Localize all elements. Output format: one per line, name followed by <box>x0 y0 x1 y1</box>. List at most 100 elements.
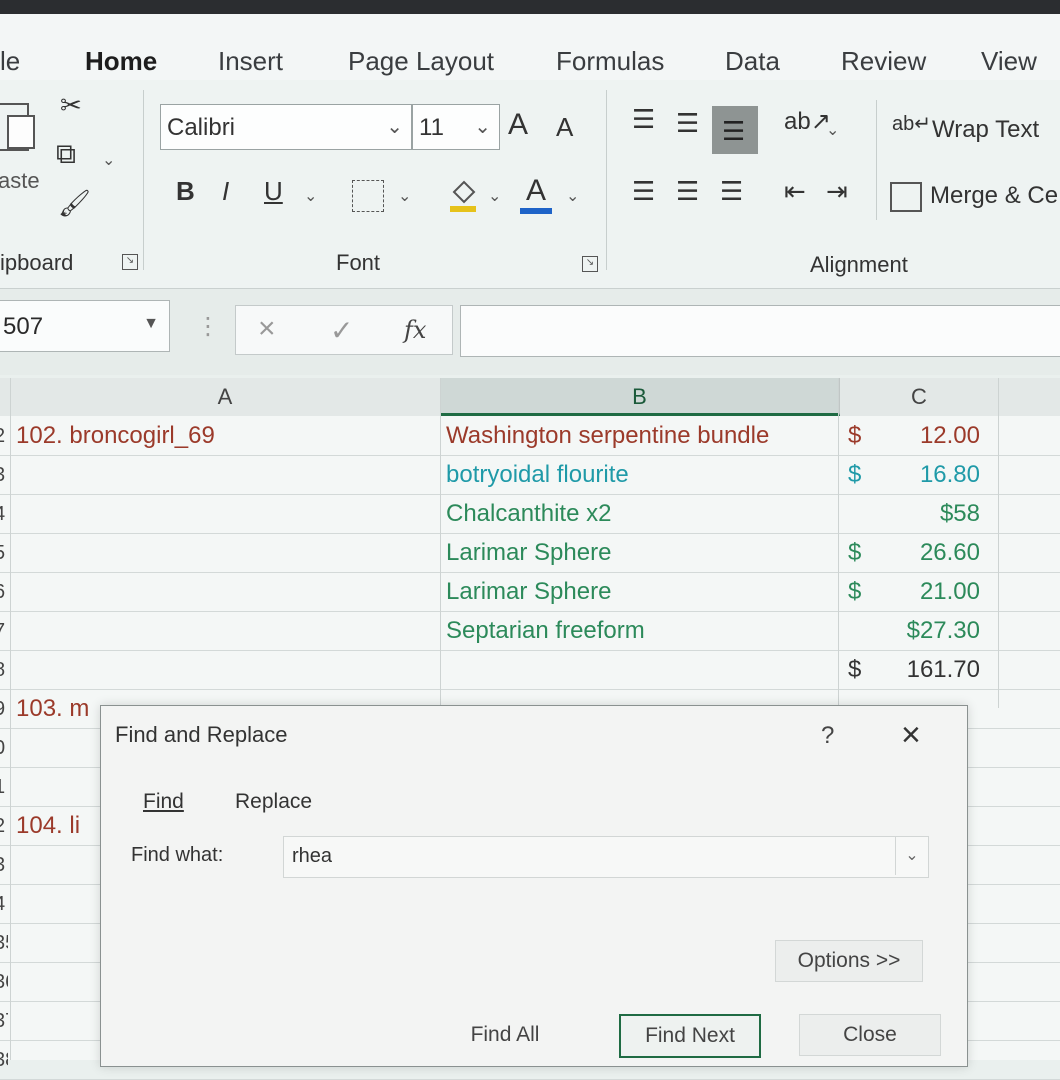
tab-page-layout[interactable]: Page Layout <box>348 46 494 77</box>
table-row[interactable]: 6 Larimar Sphere $21.00 <box>0 572 1060 612</box>
cancel-icon[interactable]: × <box>258 312 276 346</box>
tab-home[interactable]: Home <box>85 46 157 77</box>
font-launcher-icon[interactable]: ↘ <box>582 256 598 272</box>
row-number[interactable]: 4 <box>0 503 8 526</box>
cell-a[interactable]: 102. broncogirl_69 <box>16 422 215 450</box>
underline-dropdown-icon[interactable]: ⌄ <box>304 186 317 206</box>
row-number[interactable]: 5 <box>0 542 8 565</box>
row-number[interactable]: 8 <box>0 659 8 682</box>
align-top-icon[interactable]: ☰ <box>632 106 655 132</box>
tab-replace[interactable]: Replace <box>235 790 312 814</box>
find-what-input[interactable]: rhea ⌄ <box>283 836 929 878</box>
cell-c[interactable]: 26.60 <box>920 539 980 567</box>
column-header-c[interactable]: C <box>840 378 999 416</box>
close-icon[interactable]: × <box>901 716 921 755</box>
wrap-text-button[interactable]: ab↵ Wrap Text <box>892 110 1060 150</box>
row-number[interactable]: 2 <box>0 425 8 448</box>
align-right-icon[interactable]: ☰ <box>720 178 743 204</box>
align-bottom-button[interactable]: ☰ <box>712 106 758 154</box>
italic-button[interactable]: I <box>222 178 229 204</box>
font-name-select[interactable]: Calibri ⌄ <box>160 104 412 150</box>
help-button[interactable]: ? <box>821 722 834 750</box>
table-row[interactable]: 5 Larimar Sphere $26.60 <box>0 533 1060 573</box>
row-number[interactable]: 9 <box>0 698 8 721</box>
clipboard-launcher-icon[interactable]: ↘ <box>122 254 138 270</box>
row-number[interactable]: 7 <box>0 620 8 643</box>
find-all-button[interactable]: Find All <box>441 1014 569 1056</box>
tab-view[interactable]: View <box>981 46 1037 77</box>
font-size-select[interactable]: 11 ⌄ <box>412 104 500 150</box>
cell-c[interactable]: $58 <box>940 500 980 528</box>
paste-button[interactable] <box>0 94 40 154</box>
format-painter-icon[interactable]: 🖌 <box>58 190 91 216</box>
cell-b[interactable]: botryoidal flourite <box>446 461 629 489</box>
cell-a[interactable]: 103. m <box>16 695 89 723</box>
formula-input[interactable] <box>460 305 1060 357</box>
cell-c[interactable]: $27.30 <box>907 617 980 645</box>
bold-button[interactable]: B <box>176 178 195 204</box>
font-color-button[interactable]: A <box>520 176 554 216</box>
increase-indent-icon[interactable]: ⇥ <box>826 178 848 204</box>
font-color-dropdown-icon[interactable]: ⌄ <box>566 186 579 206</box>
column-header-a[interactable]: A <box>10 378 441 416</box>
cell-b[interactable]: Chalcanthite x2 <box>446 500 611 528</box>
tab-formulas[interactable]: Formulas <box>556 46 664 77</box>
merge-center-button[interactable]: Merge & Ce <box>888 178 1060 218</box>
orientation-icon[interactable]: ab↗ <box>784 110 831 134</box>
decrease-indent-icon[interactable]: ⇤ <box>784 178 806 204</box>
cell-c[interactable]: 16.80 <box>920 461 980 489</box>
copy-dropdown-icon[interactable]: ⌄ <box>102 150 115 170</box>
cell-b[interactable]: Washington serpentine bundle <box>446 422 769 450</box>
tab-review[interactable]: Review <box>841 46 926 77</box>
row-number[interactable]: 38 <box>0 1049 8 1072</box>
row-number[interactable]: 3 <box>0 854 8 877</box>
underline-button[interactable]: U <box>264 178 283 204</box>
fill-color-dropdown-icon[interactable]: ⌄ <box>488 186 501 206</box>
table-row[interactable]: 3 botryoidal flourite $16.80 <box>0 455 1060 495</box>
align-center-icon[interactable]: ☰ <box>676 178 699 204</box>
borders-dropdown-icon[interactable]: ⌄ <box>398 186 411 206</box>
cell-c[interactable]: 161.70 <box>907 656 980 684</box>
grow-font-button[interactable]: A <box>508 110 528 140</box>
enter-icon[interactable]: ✓ <box>330 314 353 347</box>
row-number[interactable]: 0 <box>0 737 8 760</box>
row-number[interactable]: 36 <box>0 971 8 994</box>
tab-file[interactable]: le <box>0 46 20 77</box>
align-left-icon[interactable]: ☰ <box>632 178 655 204</box>
table-row[interactable]: 7 Septarian freeform $27.30 <box>0 611 1060 651</box>
options-button[interactable]: Options >> <box>775 940 923 982</box>
insert-function-button[interactable]: fx <box>404 316 426 344</box>
formula-bar-grip-icon[interactable]: ⋮ <box>196 312 220 341</box>
row-number[interactable]: 3 <box>0 464 8 487</box>
column-header-b[interactable]: B <box>440 378 840 416</box>
table-row[interactable]: 8 $161.70 <box>0 650 1060 690</box>
cell-c[interactable]: 21.00 <box>920 578 980 606</box>
tab-insert[interactable]: Insert <box>218 46 283 77</box>
cut-icon[interactable]: ✂ <box>60 92 82 118</box>
row-number[interactable]: 35 <box>0 932 8 955</box>
table-row[interactable]: 2 102. broncogirl_69 Washington serpentine… <box>0 416 1060 456</box>
align-middle-icon[interactable]: ☰ <box>676 110 699 136</box>
chevron-down-icon[interactable]: ⌄ <box>895 837 928 875</box>
name-box[interactable]: 507 ▼ <box>0 300 170 352</box>
find-next-button[interactable]: Find Next <box>619 1014 761 1058</box>
row-number[interactable]: 1 <box>0 776 8 799</box>
row-number[interactable]: 2 <box>0 815 8 838</box>
copy-icon[interactable]: ⧉ <box>56 140 76 168</box>
table-row[interactable]: 4 Chalcanthite x2 $58 <box>0 494 1060 534</box>
cell-b[interactable]: Larimar Sphere <box>446 539 611 567</box>
tab-data[interactable]: Data <box>725 46 780 77</box>
cell-b[interactable]: Septarian freeform <box>446 617 645 645</box>
shrink-font-button[interactable]: A <box>556 114 573 140</box>
row-number[interactable]: 4 <box>0 893 8 916</box>
cell-b[interactable]: Larimar Sphere <box>446 578 611 606</box>
row-number[interactable]: 6 <box>0 581 8 604</box>
close-button[interactable]: Close <box>799 1014 941 1056</box>
cell-c[interactable]: 12.00 <box>920 422 980 450</box>
orientation-dropdown-icon[interactable]: ⌄ <box>826 120 839 140</box>
cell-a[interactable]: 104. li <box>16 812 80 840</box>
borders-icon[interactable] <box>352 180 384 212</box>
row-number[interactable]: 37 <box>0 1010 8 1033</box>
tab-find[interactable]: Find <box>143 790 184 814</box>
fill-color-button[interactable] <box>448 176 478 214</box>
